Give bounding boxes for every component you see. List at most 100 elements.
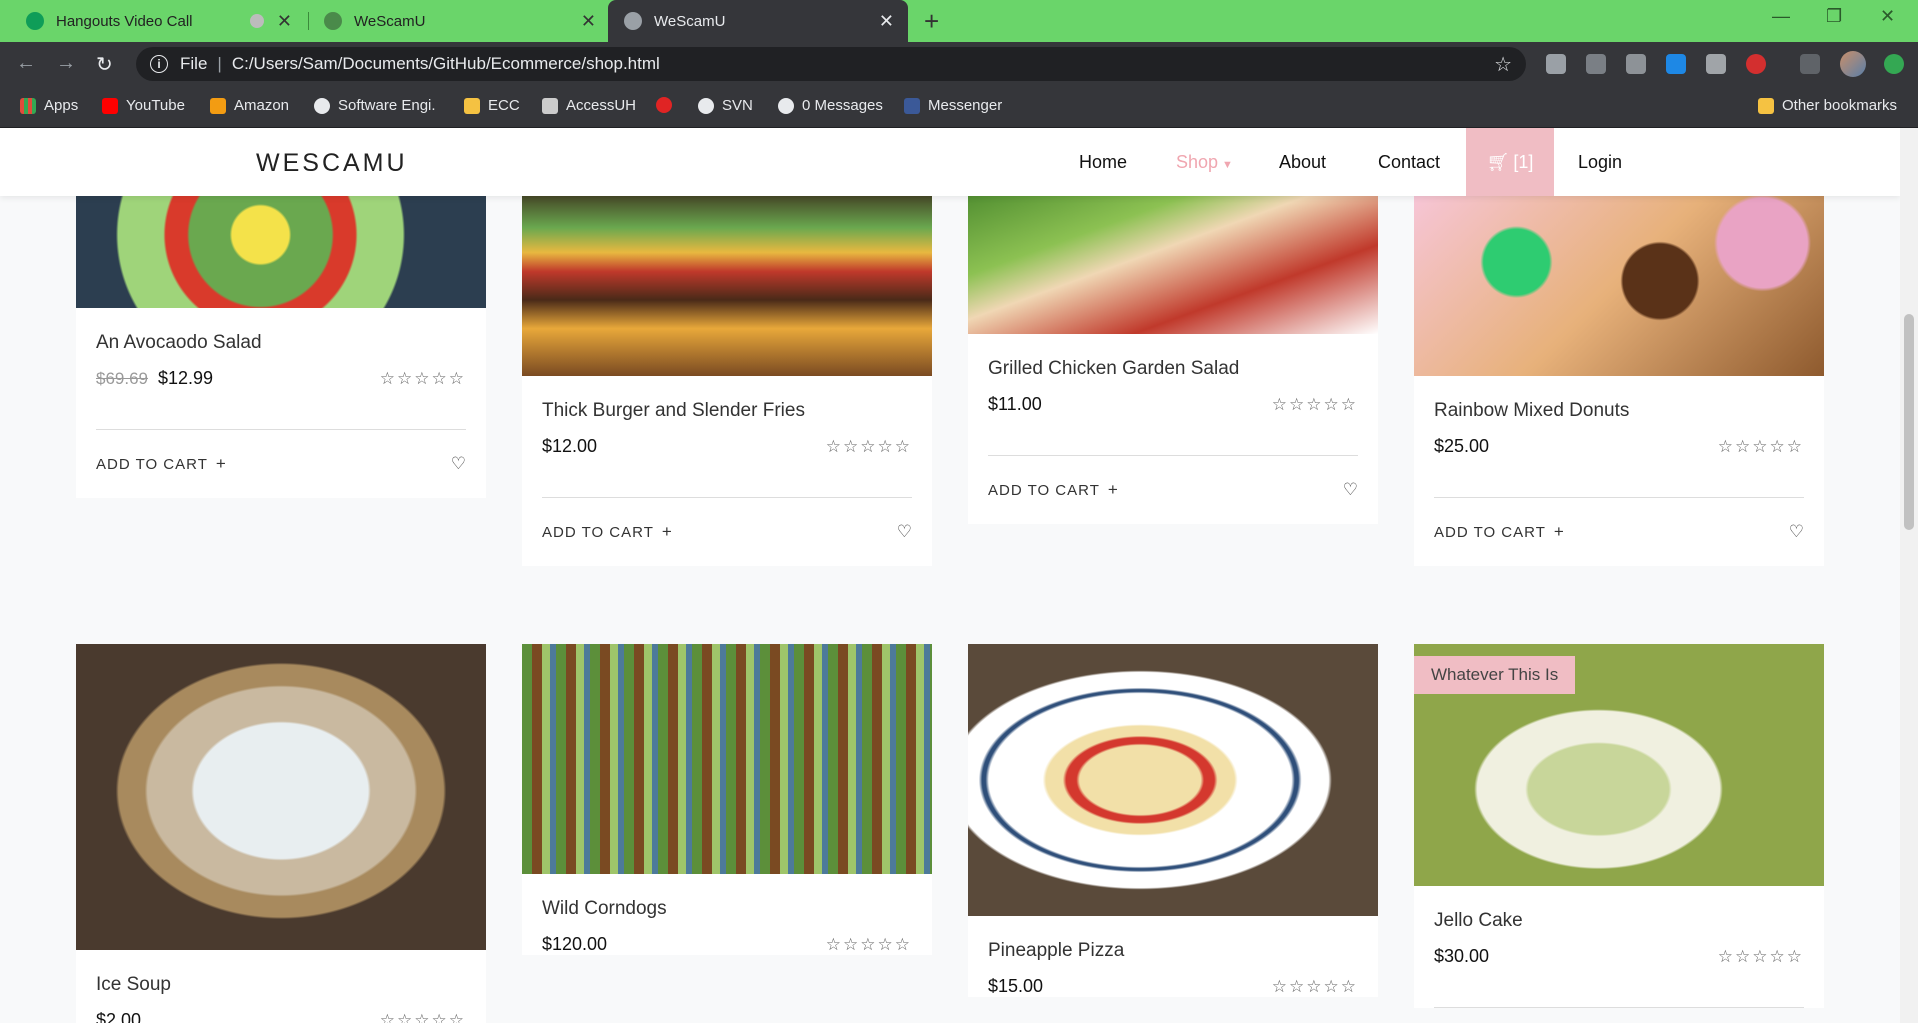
bookmark-star-icon[interactable]: ☆ <box>1494 52 1512 77</box>
update-icon[interactable] <box>1884 54 1904 74</box>
bookmark-unnamed[interactable] <box>656 97 680 113</box>
forward-button[interactable]: → <box>56 52 76 75</box>
nav-shop[interactable]: Shop ▼ <box>1176 152 1233 173</box>
product-badge: Whatever This Is <box>1414 656 1576 694</box>
bookmark-amazon[interactable]: Amazon <box>210 97 289 114</box>
product-name[interactable]: Ice Soup <box>96 974 466 996</box>
brand-logo[interactable]: WESCAMU <box>256 149 408 178</box>
product-image[interactable] <box>76 186 486 308</box>
close-tab-icon[interactable]: ✕ <box>277 11 292 32</box>
product-price: $12.99 <box>158 368 214 388</box>
divider <box>1434 1007 1804 1008</box>
product-image[interactable] <box>1414 186 1824 376</box>
info-icon[interactable]: i <box>150 55 168 73</box>
hand-icon <box>464 97 480 114</box>
other-bookmarks[interactable]: Other bookmarks <box>1758 97 1897 114</box>
heart-icon[interactable]: ♡ <box>451 454 466 474</box>
media-icon[interactable] <box>1800 54 1820 74</box>
product-price: $11.00 <box>988 394 1042 414</box>
product-price: $120.00 <box>542 934 608 954</box>
audio-indicator-icon <box>250 14 264 28</box>
profile-avatar[interactable] <box>1840 51 1866 77</box>
maximize-button[interactable]: ❐ <box>1826 6 1842 27</box>
product-name[interactable]: Jello Cake <box>1434 910 1804 932</box>
extension-icon[interactable] <box>1666 54 1686 74</box>
youtube-icon <box>102 97 118 114</box>
nav-login[interactable]: Login <box>1578 152 1622 173</box>
product-image[interactable] <box>522 186 932 376</box>
bookmark-messenger[interactable]: Messenger <box>904 97 1002 114</box>
bookmark-accessuh[interactable]: AccessUH <box>542 97 636 114</box>
cart-button[interactable]: 🛒︎ [1] <box>1466 128 1554 196</box>
globe-icon <box>698 97 714 114</box>
browser-toolbar: ← → ↻ i File | C:/Users/Sam/Documents/Gi… <box>0 42 1918 86</box>
add-to-cart-button[interactable]: ADD TO CART + <box>1434 522 1565 542</box>
tab-hangouts[interactable]: Hangouts Video Call ✕ <box>0 0 306 42</box>
close-window-button[interactable]: ✕ <box>1880 6 1895 27</box>
minimize-button[interactable]: — <box>1772 6 1790 27</box>
product-price: $25.00 <box>1434 436 1490 456</box>
product-name[interactable]: Grilled Chicken Garden Salad <box>988 358 1358 380</box>
extension-icon[interactable] <box>1706 54 1726 74</box>
page-viewport: An Avocaodo Salad $69.69 $12.99 ☆☆☆☆☆ ADD… <box>0 128 1900 1023</box>
product-image[interactable] <box>968 186 1378 334</box>
bookmark-apps[interactable]: Apps <box>20 97 78 114</box>
tab-wescamu-1[interactable]: WeScamU ✕ <box>310 0 610 42</box>
bookmark-youtube[interactable]: YouTube <box>102 97 185 114</box>
bookmark-label: Apps <box>44 97 79 114</box>
heart-icon[interactable]: ♡ <box>1789 522 1804 542</box>
address-bar[interactable]: i File | C:/Users/Sam/Documents/GitHub/E… <box>136 47 1526 81</box>
product-name[interactable]: An Avocaodo Salad <box>96 332 466 354</box>
product-name[interactable]: Wild Corndogs <box>542 898 912 920</box>
extension-icon[interactable] <box>1586 54 1606 74</box>
bookmark-ecc[interactable]: ECC <box>464 97 520 114</box>
reload-button[interactable]: ↻ <box>96 52 113 77</box>
add-to-cart-button[interactable]: ADD TO CART + <box>988 480 1119 500</box>
facebook-icon <box>904 97 920 114</box>
drive-icon[interactable] <box>1626 54 1646 74</box>
bookmark-software-engi[interactable]: Software Engi. <box>314 97 436 114</box>
product-name[interactable]: Pineapple Pizza <box>988 940 1358 962</box>
bookmark-label: 0 Messages <box>802 97 883 114</box>
add-to-cart-label: ADD TO CART <box>542 524 654 541</box>
add-to-cart-button[interactable]: ADD TO CART + <box>542 522 673 542</box>
bookmark-svn[interactable]: SVN <box>698 97 753 114</box>
bookmark-label: AccessUH <box>566 97 637 114</box>
nav-contact[interactable]: Contact <box>1378 152 1440 173</box>
product-card: Grilled Chicken Garden Salad $11.00 ☆☆☆☆… <box>968 186 1378 524</box>
nav-about[interactable]: About <box>1279 152 1326 173</box>
product-price: $2.00 <box>96 1010 142 1023</box>
info-red-icon <box>656 97 672 113</box>
adblock-icon[interactable] <box>1746 54 1766 74</box>
apps-grid-icon <box>20 97 36 114</box>
scrollbar-thumb[interactable] <box>1904 314 1914 530</box>
product-image[interactable] <box>76 644 486 950</box>
close-tab-icon[interactable]: ✕ <box>879 11 894 32</box>
product-image[interactable] <box>968 644 1378 916</box>
product-price: $12.00 <box>542 436 598 456</box>
bookmark-messages[interactable]: 0 Messages <box>778 97 883 114</box>
nav-home[interactable]: Home <box>1079 152 1127 173</box>
add-to-cart-button[interactable]: ADD TO CART + <box>96 454 227 474</box>
close-tab-icon[interactable]: ✕ <box>581 11 596 32</box>
extension-icon[interactable] <box>1546 54 1566 74</box>
accessuh-icon <box>542 97 558 114</box>
heart-icon[interactable]: ♡ <box>1343 480 1358 500</box>
url-text: C:/Users/Sam/Documents/GitHub/Ecommerce/… <box>231 54 660 73</box>
plus-icon: + <box>215 454 227 473</box>
page-scrollbar[interactable] <box>1900 128 1918 1023</box>
product-name[interactable]: Thick Burger and Slender Fries <box>542 400 912 422</box>
back-button[interactable]: ← <box>16 52 36 75</box>
bookmark-label: Messenger <box>928 97 1003 114</box>
product-image[interactable] <box>522 644 932 874</box>
new-tab-button[interactable]: + <box>924 6 939 37</box>
hangouts-icon <box>26 12 44 30</box>
product-card: Whatever This Is Jello Cake $30.00 ☆☆☆☆☆ <box>1414 644 1824 1008</box>
product-card: An Avocaodo Salad $69.69 $12.99 ☆☆☆☆☆ ADD… <box>76 186 486 498</box>
tab-wescamu-active[interactable]: WeScamU ✕ <box>608 0 908 42</box>
product-card: Rainbow Mixed Donuts $25.00 ☆☆☆☆☆ ADD TO… <box>1414 186 1824 566</box>
product-card: Wild Corndogs $120.00 ☆☆☆☆☆ <box>522 644 932 955</box>
globe-icon <box>314 97 330 114</box>
heart-icon[interactable]: ♡ <box>897 522 912 542</box>
product-name[interactable]: Rainbow Mixed Donuts <box>1434 400 1804 422</box>
